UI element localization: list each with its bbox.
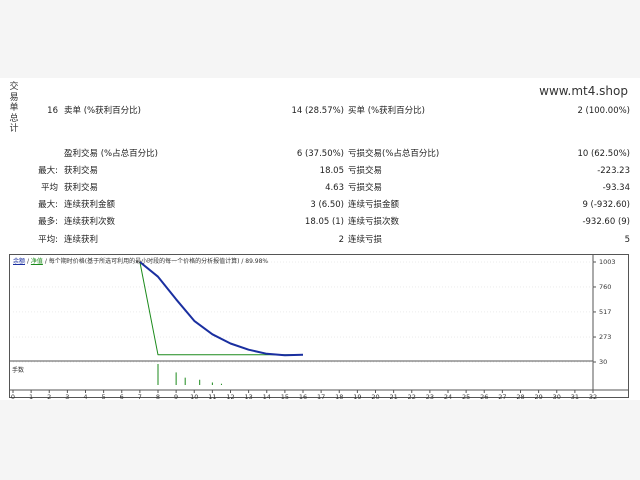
- row-value-left: 14 (28.57%): [291, 106, 344, 116]
- x-tick-label: 21: [389, 393, 398, 401]
- x-tick-label: 7: [137, 393, 142, 401]
- row-value-right: 5: [624, 235, 630, 245]
- row-label-left: 卖单 (%获利百分比): [64, 106, 141, 116]
- row-value-right: -932.60 (9): [582, 217, 630, 227]
- x-tick-label: 18: [335, 393, 344, 401]
- x-tick-label: 4: [83, 393, 88, 401]
- x-tick-label: 3: [65, 393, 70, 401]
- row-value-right: 10 (62.50%): [577, 149, 630, 159]
- x-tick-label: 8: [155, 393, 161, 401]
- x-tick-label: 1: [29, 393, 34, 401]
- x-tick-label: 0: [10, 393, 16, 401]
- row-value-left: 2: [338, 235, 344, 245]
- row-prefix: 最大:: [38, 166, 58, 176]
- row-prefix: 最多:: [38, 217, 58, 227]
- x-tick-label: 31: [570, 393, 580, 401]
- x-tick-label: 19: [353, 393, 362, 401]
- x-tick-label: 11: [208, 393, 217, 401]
- report-panel: 交 易 单 总 计 www.mt4.shop 16 卖单 (%获利百分比) 14…: [0, 78, 640, 401]
- stats-row: 盈利交易 (%占总百分比) 6 (37.50%) 亏损交易(%占总百分比) 10…: [0, 147, 640, 161]
- x-tick-label: 22: [407, 393, 416, 401]
- y-tick-label: 1003: [599, 258, 616, 266]
- x-tick-label: 9: [174, 393, 179, 401]
- row-prefix: 平均:: [38, 235, 58, 245]
- legend-equity[interactable]: 净值: [31, 258, 43, 265]
- equity-chart: 余额 / 净值 / 每个期时价格(基于所选可利用的最小时段的每一个价格的分析报值…: [9, 254, 629, 401]
- row-prefix: 最大:: [38, 200, 58, 210]
- row-label-left: 获利交易: [64, 166, 99, 176]
- row-label-left: 获利交易: [64, 183, 99, 193]
- row-label-left: 连续获利金额: [64, 200, 116, 210]
- y-tick-label: 760: [599, 282, 612, 291]
- row-label-right: 亏损交易: [348, 183, 383, 193]
- row-label-left: 盈利交易 (%占总百分比): [64, 149, 158, 159]
- y-tick-label: 517: [599, 307, 612, 316]
- row-label-left: 连续获利次数: [64, 217, 116, 227]
- x-tick-label: 14: [262, 393, 271, 401]
- row-value-left: 6 (37.50%): [296, 149, 344, 159]
- balance-line: [139, 261, 304, 357]
- x-tick-label: 5: [101, 393, 106, 401]
- x-tick-label: 16: [298, 393, 308, 401]
- y-tick-label: 30: [599, 358, 608, 366]
- row-value-right: 9 (-932.60): [582, 200, 630, 210]
- row-value-left: 3 (6.50): [310, 200, 344, 210]
- x-tick-label: 29: [534, 393, 543, 401]
- x-tick-label: 25: [461, 393, 471, 401]
- x-tick-label: 26: [480, 393, 489, 401]
- row-value-right: 2 (100.00%): [577, 106, 630, 116]
- x-tick-label: 13: [244, 393, 253, 401]
- lots-label: 手数: [12, 367, 25, 374]
- stats-row: 最多: 连续获利次数 18.05 (1) 连续亏损次数 -932.60 (9): [0, 215, 640, 229]
- x-tick-label: 27: [498, 393, 507, 401]
- x-tick-label: 6: [119, 393, 124, 401]
- row-label-right: 亏损交易: [348, 166, 383, 176]
- row-value-left: 18.05 (1): [304, 217, 344, 227]
- chart-canvas: [9, 254, 629, 398]
- row-label-right: 连续亏损金额: [348, 200, 400, 210]
- x-tick-label: 10: [190, 393, 199, 401]
- y-tick-label: 273: [599, 333, 612, 342]
- row-label-right: 连续亏损次数: [348, 217, 400, 227]
- x-tick-label: 30: [552, 393, 561, 401]
- x-tick-label: 15: [280, 393, 290, 401]
- vertical-char: 交: [9, 82, 19, 92]
- stats-row: 平均: 连续获利 2 连续亏损 5: [0, 233, 640, 247]
- row-label-right: 买单 (%获利百分比): [348, 106, 425, 116]
- row-label-left: 连续获利: [64, 235, 99, 245]
- row-prefix: 16: [47, 106, 58, 116]
- x-tick-label: 32: [588, 393, 598, 401]
- stats-row: 16 卖单 (%获利百分比) 14 (28.57%) 买单 (%获利百分比) 2…: [0, 104, 640, 118]
- stats-row: 最大: 连续获利金额 3 (6.50) 连续亏损金额 9 (-932.60): [0, 198, 640, 212]
- row-value-left: 4.63: [325, 183, 344, 193]
- vertical-char: 计: [9, 124, 19, 134]
- x-tick-label: 24: [443, 393, 453, 401]
- row-value-left: 18.05: [319, 166, 344, 176]
- stats-row: 最大: 获利交易 18.05 亏损交易 -223.23: [0, 164, 640, 178]
- x-tick-label: 2: [47, 393, 52, 401]
- row-label-right: 连续亏损: [348, 235, 383, 245]
- site-watermark: www.mt4.shop: [539, 84, 628, 98]
- legend-balance[interactable]: 余额: [13, 258, 25, 265]
- chart-border: [9, 254, 629, 398]
- legend-description: / 每个期时价格(基于所选可利用的最小时段的每一个价格的分析报值计算) / 89…: [44, 258, 269, 265]
- stats-row: 平均 获利交易 4.63 亏损交易 -93.34: [0, 181, 640, 195]
- x-tick-label: 17: [316, 393, 326, 401]
- row-value-right: -223.23: [597, 166, 630, 176]
- x-tick-label: 20: [371, 393, 380, 401]
- vertical-char: 易: [9, 92, 19, 103]
- equity-line: [139, 261, 303, 356]
- row-label-right: 亏损交易(%占总百分比): [348, 149, 440, 159]
- x-tick-label: 28: [516, 393, 525, 401]
- row-prefix: 平均: [40, 183, 58, 193]
- row-value-right: -93.34: [602, 183, 630, 193]
- chart-legend: 余额 / 净值 / 每个期时价格(基于所选可利用的最小时段的每一个价格的分析报值…: [13, 258, 269, 265]
- x-tick-label: 12: [226, 393, 235, 401]
- x-tick-label: 23: [425, 393, 435, 401]
